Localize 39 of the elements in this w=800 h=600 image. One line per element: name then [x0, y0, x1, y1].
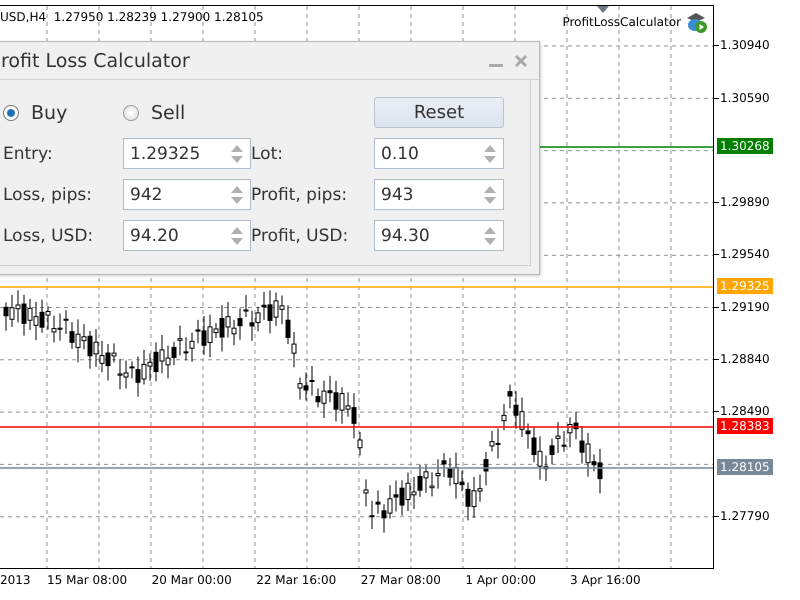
number-field[interactable]: 94.20: [123, 220, 251, 251]
number-field[interactable]: 943: [374, 179, 504, 210]
time-label: 20 Mar 00:00: [152, 573, 232, 587]
field-label: Loss, USD:: [3, 226, 94, 246]
time-label: 3 Apr 16:00: [570, 573, 641, 587]
field-label: Profit, pips:: [251, 184, 348, 204]
minimize-icon: [489, 64, 503, 67]
indicator-label: ProfitLossCalculator: [562, 15, 681, 29]
symbol-info: USD,H4 1.27950 1.28239 1.27900 1.28105: [0, 10, 264, 24]
number-field[interactable]: 0.10: [374, 138, 504, 169]
field-label: Lot:: [251, 144, 284, 164]
spinner-arrows-icon[interactable]: [483, 184, 497, 206]
close-icon: [513, 52, 529, 68]
marker-triangle-icon: [597, 6, 609, 13]
dialog-title: rofit Loss Calculator: [1, 50, 191, 72]
expert-cap-icon: [685, 10, 709, 34]
field-label: Loss, pips:: [3, 184, 93, 204]
time-label: 2013: [0, 573, 31, 587]
spinner-arrows-icon[interactable]: [230, 184, 244, 206]
number-field[interactable]: 1.29325: [123, 138, 251, 169]
field-label: Entry:: [3, 144, 54, 164]
reset-button[interactable]: Reset: [374, 97, 504, 128]
price-tag: 1.29325: [717, 278, 773, 294]
price-tag: 1.28383: [717, 418, 773, 434]
price-tag: 1.28105: [717, 459, 773, 475]
number-field[interactable]: 942: [123, 179, 251, 210]
field-label: Profit, USD:: [251, 226, 350, 246]
number-field[interactable]: 94.30: [374, 220, 504, 251]
time-label: 1 Apr 00:00: [465, 573, 536, 587]
radio-button[interactable]: Buy: [3, 102, 123, 124]
time-label: 15 Mar 08:00: [47, 573, 128, 587]
spinner-arrows-icon[interactable]: [483, 224, 497, 246]
spinner-arrows-icon[interactable]: [483, 142, 497, 164]
time-label: 22 Mar 16:00: [256, 573, 336, 587]
radio-button[interactable]: Sell: [123, 102, 251, 124]
spinner-arrows-icon[interactable]: [230, 224, 244, 246]
price-tag: 1.30268: [717, 138, 773, 154]
spinner-arrows-icon[interactable]: [230, 142, 244, 164]
time-label: 27 Mar 08:00: [360, 573, 441, 587]
